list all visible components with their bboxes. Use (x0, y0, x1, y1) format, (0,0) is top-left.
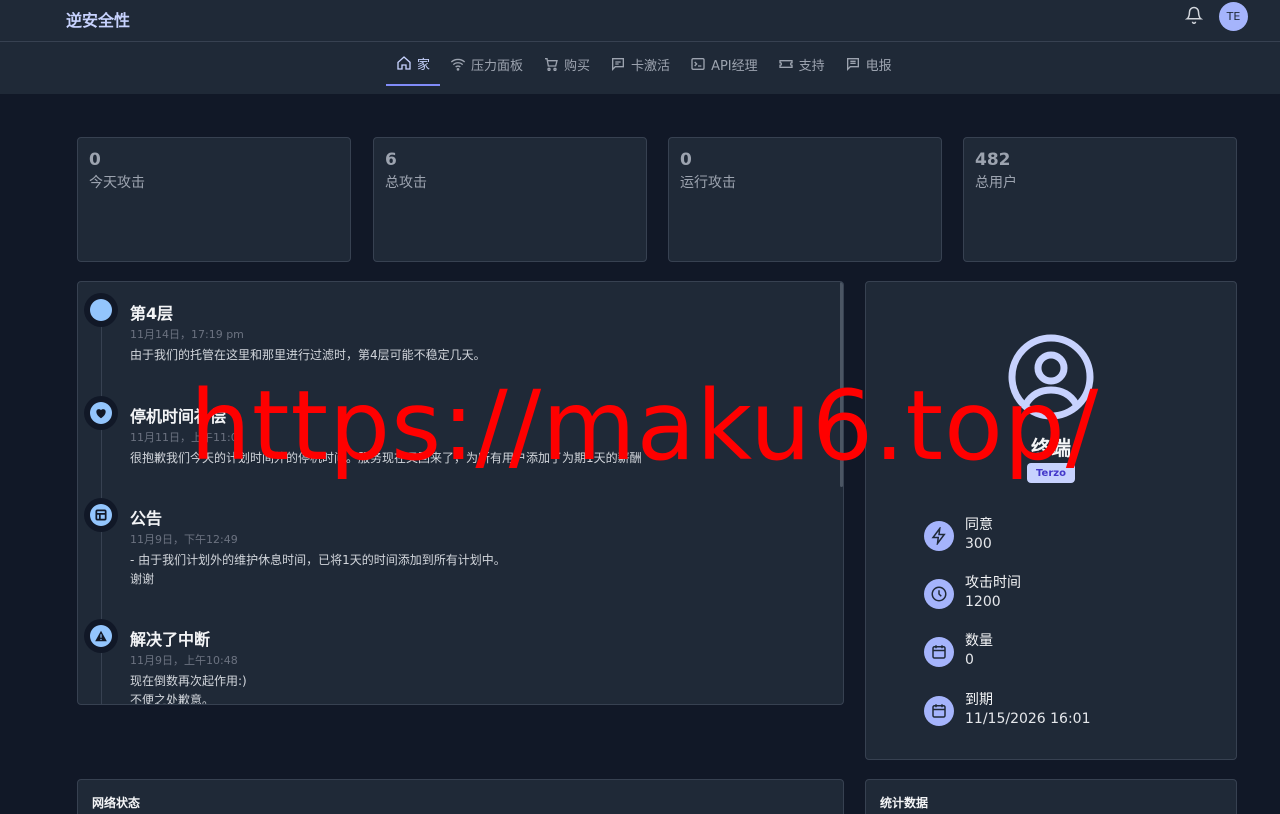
scrollbar[interactable] (840, 282, 843, 487)
nav-label: API经理 (711, 58, 758, 74)
timeline-title: 公告 (130, 509, 163, 528)
user-circle-icon (1008, 334, 1094, 420)
stat-value: 0 (680, 150, 692, 170)
terminal-icon (691, 58, 705, 70)
profile-row-quantity: 数量 0 (924, 630, 1224, 674)
nav-label: 电报 (865, 58, 892, 74)
nav-item-card-activation[interactable]: 卡激活 (600, 42, 680, 86)
clock-icon (931, 586, 947, 602)
profile-row-concurrents: 同意 300 (924, 514, 1224, 558)
timeline-text: 由于我们的托管在这里和那里进行过滤时，第4层可能不稳定几天。 (130, 348, 486, 362)
profile-value: 300 (965, 536, 992, 552)
stat-card-total-users: 482 总用户 (963, 137, 1237, 262)
timeline-title: 停机时间补偿 (130, 407, 227, 426)
nav-label: 家 (417, 57, 431, 73)
stat-value: 482 (975, 150, 1011, 170)
circle-icon (90, 299, 112, 321)
bell-icon[interactable] (1185, 6, 1203, 24)
profile-row-expiry: 到期 11/15/2026 16:01 (924, 689, 1224, 733)
calendar-icon (932, 704, 946, 718)
timeline-title: 第4层 (130, 304, 174, 323)
nav-item-stress-panel[interactable]: 压力面板 (440, 42, 533, 86)
home-icon (397, 56, 411, 70)
stat-label: 总攻击 (385, 175, 427, 191)
stat-card-running-attacks: 0 运行攻击 (668, 137, 942, 262)
nav-bar: 家 压力面板 购买 卡激活 API经理 支持 电报 (0, 42, 1280, 94)
user-avatar[interactable]: TE (1219, 2, 1248, 31)
role-badge: Terzo (1027, 463, 1075, 483)
nav-label: 压力面板 (471, 58, 524, 74)
main-nav: 家 压力面板 购买 卡激活 API经理 支持 电报 (386, 42, 902, 94)
top-bar: 逆安全性 TE (0, 0, 1280, 42)
stat-label: 今天攻击 (89, 175, 145, 191)
profile-label: 数量 (965, 633, 993, 649)
network-status-panel: 网络状态 (77, 779, 844, 814)
profile-label: 到期 (965, 692, 993, 708)
timeline-text: 现在倒数再次起作用:) 不便之处歉意。 (130, 674, 247, 705)
timeline-text: - 由于我们计划外的维护休息时间，已将1天的时间添加到所有计划中。 谢谢 (130, 553, 506, 586)
timeline-title: 解决了中断 (130, 630, 211, 649)
heart-icon (96, 409, 106, 419)
profile-value: 11/15/2026 16:01 (965, 711, 1091, 727)
stat-label: 运行攻击 (680, 175, 736, 191)
message-icon (612, 58, 625, 71)
chat-icon (846, 58, 859, 71)
news-timeline[interactable]: 第4层 11月14日，17:19 pm 由于我们的托管在这里和那里进行过滤时，第… (77, 281, 844, 705)
panel-title: 网络状态 (92, 796, 141, 810)
bolt-icon (931, 527, 946, 545)
profile-value: 0 (965, 652, 974, 668)
timeline-date: 11月9日，下午12:49 (130, 533, 238, 546)
timeline-date: 11月11日，上午11:0 (130, 431, 238, 444)
timeline-date: 11月14日，17:19 pm (130, 328, 244, 341)
profile-value: 1200 (965, 594, 1001, 610)
nav-item-telegram[interactable]: 电报 (835, 42, 902, 86)
nav-item-api-manager[interactable]: API经理 (680, 42, 768, 86)
stat-card-total-attacks: 6 总攻击 (373, 137, 647, 262)
nav-item-support[interactable]: 支持 (768, 42, 835, 86)
warning-icon (95, 630, 107, 642)
brand-logo[interactable]: 逆安全性 (66, 7, 130, 31)
panel-title: 统计数据 (880, 796, 929, 810)
wifi-icon (450, 58, 466, 71)
stat-value: 6 (385, 150, 397, 170)
profile-row-attack-time: 攻击时间 1200 (924, 572, 1224, 616)
stat-card-today-attacks: 0 今天攻击 (77, 137, 351, 262)
calendar-icon (932, 645, 946, 659)
profile-panel: 终端 Terzo 同意 300 攻击时间 1200 数量 0 到期 11/15/… (865, 281, 1237, 760)
timeline-text: 很抱歉我们今天的计划时间外的停机时间。服务现在又回来了，为所有用户添加了为期1天… (130, 451, 642, 465)
profile-label: 同意 (965, 517, 993, 533)
nav-label: 购买 (564, 58, 591, 74)
layout-icon (95, 509, 107, 521)
ticket-icon (778, 60, 793, 68)
nav-item-purchase[interactable]: 购买 (533, 42, 600, 86)
profile-label: 攻击时间 (965, 575, 1021, 591)
nav-label: 支持 (798, 58, 825, 74)
stat-value: 0 (89, 150, 101, 170)
nav-item-home[interactable]: 家 (386, 42, 441, 86)
statistics-panel: 统计数据 (865, 779, 1237, 814)
stat-label: 总用户 (975, 175, 1017, 191)
cart-icon (545, 58, 558, 71)
timeline-date: 11月9日，上午10:48 (130, 654, 238, 667)
profile-name: 终端 (1031, 436, 1071, 460)
nav-label: 卡激活 (631, 58, 671, 74)
